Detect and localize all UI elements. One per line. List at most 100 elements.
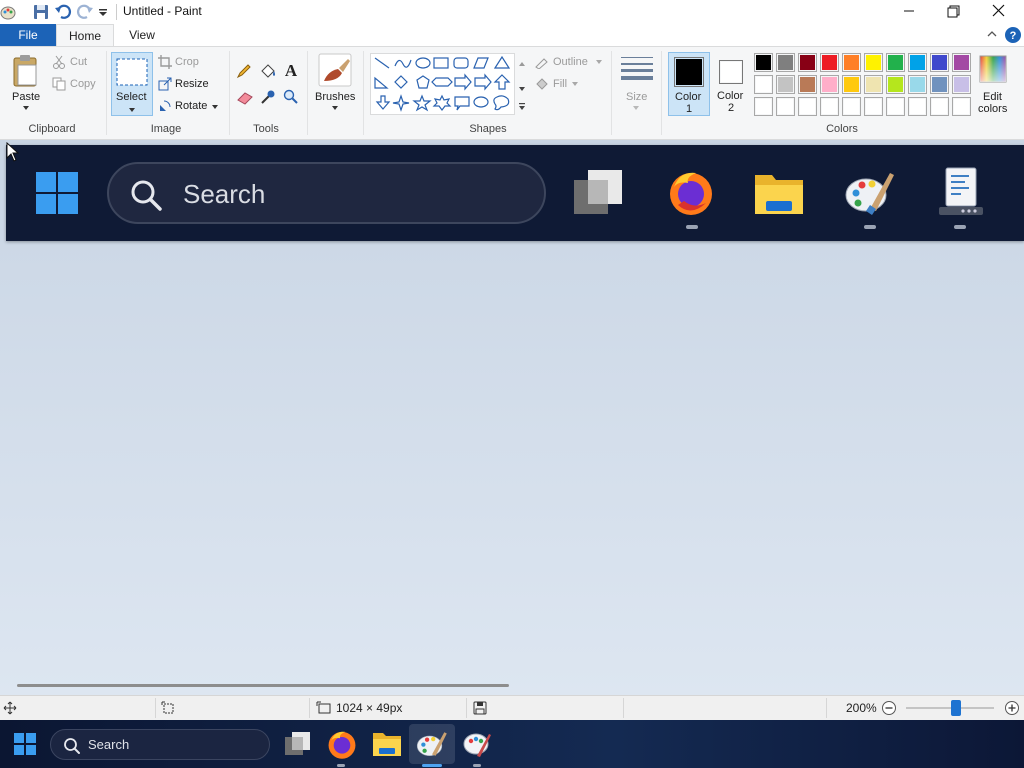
status-bar: 1024 × 49px 200% [0, 695, 1024, 720]
zoom-slider-track[interactable] [906, 707, 994, 709]
select-button[interactable]: Select [111, 52, 153, 116]
tab-file[interactable]: File [0, 24, 56, 46]
empty-color-swatch[interactable] [908, 97, 927, 116]
close-button[interactable] [976, 0, 1022, 24]
paste-dropdown-icon[interactable] [22, 105, 30, 111]
notepad-icon [938, 167, 984, 217]
canvas-workspace[interactable]: Search [0, 140, 1024, 695]
pencil-icon[interactable] [236, 63, 252, 79]
color-picker-icon[interactable] [260, 89, 276, 105]
color1-swatch [674, 57, 704, 87]
magnifier-icon[interactable] [283, 89, 299, 105]
search-icon [63, 737, 81, 755]
customize-quick-access-icon[interactable] [96, 3, 114, 21]
color-swatch[interactable] [842, 75, 861, 94]
edit-colors-label-2[interactable]: colors [978, 103, 1007, 115]
paste-button[interactable] [8, 53, 44, 89]
brushes-dropdown-icon[interactable] [331, 105, 339, 111]
image-group-label: Image [150, 123, 182, 135]
tab-home[interactable]: Home [56, 24, 114, 46]
brushes-label[interactable]: Brushes [315, 91, 355, 103]
empty-color-swatch[interactable] [820, 97, 839, 116]
mouse-cursor-icon [6, 142, 20, 162]
copy-button[interactable]: Copy [70, 78, 96, 90]
color-swatch[interactable] [820, 75, 839, 94]
selection-size-icon [161, 701, 175, 715]
help-icon[interactable]: ? [1004, 26, 1022, 44]
taskbar-search-box[interactable]: Search [50, 729, 270, 760]
empty-color-swatch[interactable] [776, 97, 795, 116]
color-swatch[interactable] [776, 53, 795, 72]
color-swatch[interactable] [886, 75, 905, 94]
taskbar-firefox-button[interactable] [326, 728, 358, 760]
color-swatch[interactable] [776, 75, 795, 94]
empty-color-swatch[interactable] [798, 97, 817, 116]
text-icon[interactable]: A [283, 61, 299, 79]
empty-color-swatch[interactable] [754, 97, 773, 116]
select-dropdown-icon[interactable] [128, 107, 136, 113]
empty-color-swatch[interactable] [952, 97, 971, 116]
redo-icon[interactable] [76, 3, 94, 21]
color-swatch[interactable] [952, 75, 971, 94]
zoom-in-button[interactable] [1004, 700, 1020, 716]
brushes-button[interactable] [318, 53, 352, 87]
color-swatch[interactable] [908, 75, 927, 94]
start-button[interactable] [14, 733, 36, 755]
resize-button[interactable]: Resize [175, 78, 209, 90]
color-swatch[interactable] [754, 75, 773, 94]
minimize-button[interactable] [886, 0, 932, 24]
fill-icon[interactable] [259, 63, 277, 79]
status-divider [623, 698, 624, 718]
firefox-running-indicator [686, 225, 698, 229]
drawing-canvas[interactable]: Search [6, 145, 1024, 241]
color-swatch[interactable] [908, 53, 927, 72]
color-swatch[interactable] [798, 75, 817, 94]
color-swatch[interactable] [930, 75, 949, 94]
shapes-gallery[interactable] [370, 53, 528, 115]
empty-color-swatch[interactable] [842, 97, 861, 116]
zoom-slider-thumb[interactable] [951, 700, 961, 716]
rotate-button[interactable]: Rotate [175, 100, 207, 112]
task-view-button[interactable] [282, 728, 314, 760]
color1-button[interactable]: Color 1 [668, 52, 710, 116]
color2-button[interactable]: Color 2 [712, 52, 752, 116]
empty-color-swatch[interactable] [930, 97, 949, 116]
paint-app-icon[interactable] [0, 3, 18, 21]
minimize-ribbon-icon[interactable] [985, 27, 999, 41]
crop-button[interactable]: Crop [175, 56, 199, 68]
fill-button[interactable]: Fill [553, 78, 567, 90]
eraser-icon[interactable] [236, 91, 254, 105]
color-swatch[interactable] [842, 53, 861, 72]
empty-color-swatch[interactable] [864, 97, 883, 116]
zoom-out-button[interactable] [881, 700, 897, 716]
color-swatch[interactable] [864, 53, 883, 72]
paste-label[interactable]: Paste [12, 91, 40, 103]
select-label: Select [116, 91, 147, 103]
color-swatch[interactable] [930, 53, 949, 72]
horizontal-scrollbar[interactable] [17, 684, 509, 687]
taskbar-file-explorer-button[interactable] [371, 728, 403, 760]
taskbar-paint-old-button[interactable] [461, 728, 493, 760]
color-swatch[interactable] [754, 53, 773, 72]
color-swatch[interactable] [886, 53, 905, 72]
empty-color-swatch[interactable] [886, 97, 905, 116]
color-swatch[interactable] [798, 53, 817, 72]
window-title: Untitled - Paint [123, 4, 202, 18]
cut-button[interactable]: Cut [70, 56, 87, 68]
outline-button[interactable]: Outline [553, 56, 588, 68]
rotate-dropdown-icon[interactable] [211, 104, 219, 110]
cut-icon [52, 55, 66, 69]
tab-view[interactable]: View [114, 24, 170, 46]
save-icon[interactable] [32, 3, 50, 21]
taskbar-paint-button[interactable] [416, 728, 448, 760]
color-swatch[interactable] [820, 53, 839, 72]
undo-icon[interactable] [54, 3, 72, 21]
maximize-button[interactable] [931, 0, 977, 24]
size-button[interactable]: Size [626, 91, 647, 103]
color-swatch[interactable] [952, 53, 971, 72]
edit-colors-icon[interactable] [979, 55, 1007, 83]
edit-colors-label-1[interactable]: Edit [983, 91, 1002, 103]
shapes-scroll[interactable] [514, 53, 528, 115]
status-divider [309, 698, 310, 718]
color-swatch[interactable] [864, 75, 883, 94]
